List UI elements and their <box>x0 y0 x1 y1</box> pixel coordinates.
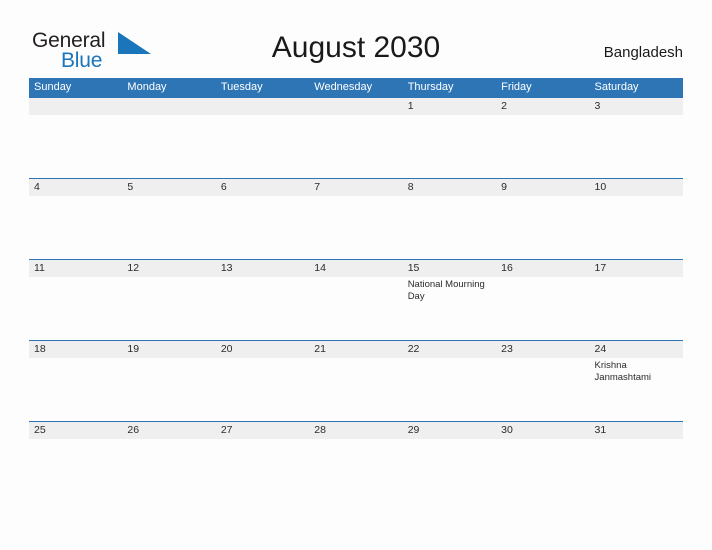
day-cell[interactable] <box>122 115 215 178</box>
day-number[interactable]: 9 <box>496 179 589 196</box>
week-row: 25 26 27 28 29 30 31 <box>29 421 683 502</box>
day-number[interactable]: 5 <box>122 179 215 196</box>
day-number[interactable]: 3 <box>590 98 683 115</box>
day-number[interactable]: 2 <box>496 98 589 115</box>
day-number[interactable]: 25 <box>29 422 122 439</box>
day-number[interactable] <box>29 98 122 115</box>
day-number[interactable]: 17 <box>590 260 683 277</box>
day-number[interactable]: 16 <box>496 260 589 277</box>
day-number[interactable]: 31 <box>590 422 683 439</box>
day-cell[interactable] <box>122 439 215 502</box>
day-cell[interactable] <box>496 196 589 259</box>
day-number[interactable]: 15 <box>403 260 496 277</box>
weekday-header-row: Sunday Monday Tuesday Wednesday Thursday… <box>29 78 683 97</box>
day-cell[interactable] <box>216 196 309 259</box>
day-cell[interactable] <box>496 277 589 340</box>
weekday-header-wednesday: Wednesday <box>314 81 373 93</box>
day-number[interactable]: 18 <box>29 341 122 358</box>
day-number[interactable] <box>216 98 309 115</box>
calendar-grid: Sunday Monday Tuesday Wednesday Thursday… <box>29 78 683 502</box>
day-cell[interactable] <box>403 358 496 421</box>
week-date-band: 25 26 27 28 29 30 31 <box>29 422 683 439</box>
holiday-label: National Mourning Day <box>407 279 485 302</box>
week-event-band: National Mourning Day <box>29 277 683 340</box>
week-event-band <box>29 196 683 259</box>
day-cell[interactable] <box>309 358 402 421</box>
day-cell[interactable] <box>29 439 122 502</box>
day-cell[interactable] <box>309 439 402 502</box>
day-cell[interactable] <box>216 115 309 178</box>
day-cell[interactable] <box>403 439 496 502</box>
day-number[interactable]: 23 <box>496 341 589 358</box>
weekday-header-sunday: Sunday <box>34 81 72 93</box>
weekday-header-saturday: Saturday <box>594 81 639 93</box>
day-number[interactable]: 26 <box>122 422 215 439</box>
week-date-band: 11 12 13 14 15 16 17 <box>29 260 683 277</box>
weekday-header-monday: Monday <box>127 81 167 93</box>
day-cell[interactable] <box>309 115 402 178</box>
day-cell[interactable]: National Mourning Day <box>403 277 496 340</box>
day-cell[interactable] <box>590 196 683 259</box>
day-number[interactable]: 12 <box>122 260 215 277</box>
day-number[interactable]: 28 <box>309 422 402 439</box>
day-cell[interactable] <box>309 277 402 340</box>
day-number[interactable]: 20 <box>216 341 309 358</box>
day-number[interactable]: 30 <box>496 422 589 439</box>
day-cell[interactable] <box>309 196 402 259</box>
week-row: 4 5 6 7 8 9 10 <box>29 178 683 259</box>
country-label: Bangladesh <box>603 44 683 61</box>
holiday-label: Krishna Janmashtami <box>594 360 652 383</box>
week-date-band: 1 2 3 <box>29 98 683 115</box>
day-number[interactable] <box>122 98 215 115</box>
day-cell[interactable] <box>122 196 215 259</box>
day-number[interactable]: 13 <box>216 260 309 277</box>
calendar-page: General Blue August 2030 Bangladesh Sund… <box>0 0 712 550</box>
day-cell[interactable] <box>496 115 589 178</box>
page-header: General Blue August 2030 Bangladesh <box>0 0 712 78</box>
day-cell[interactable] <box>216 358 309 421</box>
weekday-header-friday: Friday <box>501 81 532 93</box>
day-cell[interactable] <box>29 196 122 259</box>
day-number[interactable]: 14 <box>309 260 402 277</box>
day-cell[interactable] <box>216 277 309 340</box>
day-number[interactable]: 4 <box>29 179 122 196</box>
day-cell[interactable] <box>29 277 122 340</box>
week-date-band: 18 19 20 21 22 23 24 <box>29 341 683 358</box>
day-number[interactable]: 27 <box>216 422 309 439</box>
day-cell[interactable] <box>122 358 215 421</box>
week-event-band <box>29 115 683 178</box>
weekday-header-tuesday: Tuesday <box>220 81 263 93</box>
weekday-header-thursday: Thursday <box>407 81 454 93</box>
week-row: 18 19 20 21 22 23 24 Krishna Janmashtami <box>29 340 683 421</box>
day-number[interactable]: 6 <box>216 179 309 196</box>
day-cell[interactable] <box>403 196 496 259</box>
week-row: 1 2 3 <box>29 97 683 178</box>
week-event-band: Krishna Janmashtami <box>29 358 683 421</box>
day-number[interactable]: 11 <box>29 260 122 277</box>
week-event-band <box>29 439 683 502</box>
day-cell[interactable]: Krishna Janmashtami <box>590 358 683 421</box>
day-cell[interactable] <box>29 358 122 421</box>
day-number[interactable]: 7 <box>309 179 402 196</box>
week-date-band: 4 5 6 7 8 9 10 <box>29 179 683 196</box>
day-number[interactable]: 19 <box>122 341 215 358</box>
day-number[interactable]: 29 <box>403 422 496 439</box>
day-cell[interactable] <box>590 277 683 340</box>
day-number[interactable]: 24 <box>590 341 683 358</box>
day-number[interactable]: 8 <box>403 179 496 196</box>
day-cell[interactable] <box>216 439 309 502</box>
day-cell[interactable] <box>29 115 122 178</box>
day-cell[interactable] <box>122 277 215 340</box>
week-row: 11 12 13 14 15 16 17 National Mourning D… <box>29 259 683 340</box>
day-cell[interactable] <box>496 358 589 421</box>
day-number[interactable]: 22 <box>403 341 496 358</box>
day-cell[interactable] <box>403 115 496 178</box>
day-cell[interactable] <box>590 115 683 178</box>
day-number[interactable] <box>309 98 402 115</box>
day-number[interactable]: 1 <box>403 98 496 115</box>
day-cell[interactable] <box>590 439 683 502</box>
day-cell[interactable] <box>496 439 589 502</box>
day-number[interactable]: 21 <box>309 341 402 358</box>
day-number[interactable]: 10 <box>590 179 683 196</box>
